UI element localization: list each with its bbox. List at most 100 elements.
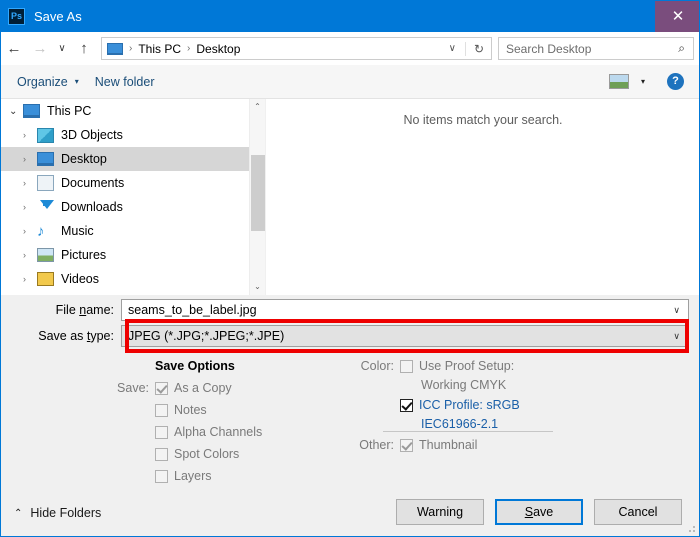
downloads-icon	[37, 199, 54, 215]
file-name-row: File name: seams_to_be_label.jpg ∨	[1, 299, 699, 321]
alpha-channels-label: Alpha Channels	[174, 425, 263, 439]
chevron-right-icon[interactable]: ›	[23, 250, 37, 260]
option-thumbnail[interactable]: Other: Thumbnail	[356, 438, 477, 452]
tree-item-3d-objects[interactable]: › 3D Objects	[1, 123, 265, 147]
chevron-right-icon[interactable]: ›	[23, 178, 37, 188]
thumbnail-label: Thumbnail	[419, 438, 478, 452]
icc-profile-checkbox[interactable]	[400, 398, 413, 412]
search-box[interactable]: Search Desktop ⌕	[498, 37, 694, 60]
option-spot-colors[interactable]: Spot Colors	[155, 447, 239, 461]
tree-scrollbar[interactable]: ⌃ ⌄	[249, 99, 265, 295]
option-notes[interactable]: Notes	[155, 403, 207, 417]
scrollbar-thumb[interactable]	[251, 155, 265, 231]
notes-label: Notes	[174, 403, 207, 417]
chevron-down-icon[interactable]: ∨	[673, 305, 680, 316]
tree-item-pictures[interactable]: › Pictures	[1, 243, 265, 267]
scroll-up-icon[interactable]: ⌃	[250, 99, 265, 115]
cancel-label: Cancel	[618, 505, 658, 519]
resize-grip-icon[interactable]	[686, 523, 696, 533]
new-folder-button[interactable]: New folder	[95, 75, 155, 89]
chevron-down-icon[interactable]: ⌄	[9, 106, 23, 117]
option-icc-profile[interactable]: ICC Profile: sRGB	[400, 398, 520, 412]
hide-folders-label: Hide Folders	[30, 506, 102, 520]
forward-arrow-icon: →	[32, 40, 48, 57]
as-a-copy-label: As a Copy	[174, 381, 232, 395]
view-mode-icon[interactable]	[608, 74, 629, 89]
as-a-copy-checkbox[interactable]	[155, 381, 168, 395]
organize-label: Organize	[17, 74, 68, 89]
forward-button[interactable]: →	[27, 36, 53, 62]
documents-icon	[37, 175, 54, 191]
back-button[interactable]: ←	[1, 36, 27, 62]
layers-checkbox[interactable]	[155, 469, 168, 483]
chevron-right-icon[interactable]: ›	[23, 130, 37, 140]
tree-item-downloads[interactable]: › Downloads	[1, 195, 265, 219]
breadcrumb-item-desktop[interactable]: Desktop	[196, 42, 240, 56]
chevron-right-icon[interactable]: ›	[23, 202, 37, 212]
tree-item-music[interactable]: › ♪ Music	[1, 219, 265, 243]
use-proof-setup-checkbox[interactable]	[400, 359, 413, 373]
address-bar: ← → ∨ ↑ › This PC › Desktop ∨ ↻ Search D…	[1, 32, 699, 65]
cancel-button[interactable]: Cancel	[594, 499, 682, 525]
new-folder-label: New folder	[94, 74, 155, 89]
chevron-right-icon[interactable]: ›	[23, 226, 37, 236]
working-cmyk-label: Working CMYK	[421, 378, 507, 392]
up-arrow-icon: ↑	[80, 40, 88, 57]
chevron-down-icon: ▾	[74, 77, 79, 86]
warning-button[interactable]: Warning	[396, 499, 484, 525]
close-button[interactable]: ✕	[655, 1, 699, 32]
save-prefix-label: Save:	[117, 381, 149, 395]
help-icon[interactable]: ?	[667, 73, 684, 90]
option-use-proof-setup[interactable]: Color: Use Proof Setup:	[356, 359, 515, 373]
3d-objects-icon	[37, 127, 54, 143]
breadcrumb-dropdown-icon[interactable]: ∨	[449, 43, 456, 54]
up-one-level-button[interactable]: ↑	[71, 36, 97, 62]
search-input[interactable]: Search Desktop	[506, 42, 678, 56]
breadcrumb[interactable]: › This PC › Desktop ∨ ↻	[101, 37, 492, 60]
chevron-right-icon[interactable]: ›	[23, 274, 37, 284]
hide-folders-button[interactable]: ⌃ Hide Folders	[14, 506, 101, 520]
search-icon: ⌕	[678, 41, 685, 55]
scroll-down-icon[interactable]: ⌄	[250, 279, 265, 295]
save-as-type-combobox[interactable]: JPEG (*.JPG;*.JPEG;*.JPE) ∨	[121, 325, 689, 347]
icc-profile-sub-label: IEC61966-2.1	[421, 417, 499, 431]
tree-item-label: This PC	[47, 104, 92, 118]
tree-item-videos[interactable]: › Videos	[1, 267, 265, 291]
option-layers[interactable]: Layers	[155, 469, 212, 483]
chevron-down-icon[interactable]: ∨	[673, 331, 680, 342]
save-as-type-label: Save as type:	[38, 329, 114, 343]
pictures-icon	[37, 248, 54, 262]
tree-item-this-pc[interactable]: ⌄ This PC	[1, 99, 265, 123]
tree-item-desktop[interactable]: › Desktop	[1, 147, 265, 171]
thumbnail-checkbox[interactable]	[400, 438, 413, 452]
view-mode-chevron-down-icon[interactable]: ▾	[641, 77, 645, 86]
breadcrumb-separator-2: ›	[187, 43, 191, 54]
file-name-input[interactable]: seams_to_be_label.jpg	[128, 303, 673, 317]
option-alpha-channels[interactable]: Alpha Channels	[155, 425, 262, 439]
refresh-icon[interactable]: ↻	[464, 41, 484, 56]
save-button[interactable]: Save	[495, 499, 583, 525]
empty-list-message: No items match your search.	[403, 113, 563, 127]
tree-item-label: Desktop	[61, 152, 107, 166]
save-label: Save	[524, 505, 554, 519]
videos-icon	[37, 272, 54, 286]
save-options-title: Save Options	[155, 359, 235, 373]
save-as-type-value: JPEG (*.JPG;*.JPEG;*.JPE)	[128, 329, 285, 343]
organize-button[interactable]: Organize ▾	[17, 75, 79, 89]
notes-checkbox[interactable]	[155, 403, 168, 417]
tree-item-documents[interactable]: › Documents	[1, 171, 265, 195]
recent-locations-button[interactable]: ∨	[53, 36, 71, 62]
close-icon: ✕	[671, 8, 685, 25]
file-name-combobox[interactable]: seams_to_be_label.jpg ∨	[121, 299, 689, 321]
title-bar: Ps Save As ✕	[1, 1, 699, 32]
alpha-channels-checkbox[interactable]	[155, 425, 168, 439]
folder-tree: ⌄ This PC › 3D Objects › Desktop › Docum…	[1, 99, 265, 295]
chevron-up-icon: ⌃	[14, 507, 23, 519]
spot-colors-checkbox[interactable]	[155, 447, 168, 461]
option-as-a-copy[interactable]: Save: As a Copy	[111, 381, 232, 395]
options-panel: Save Options Save: As a Copy Notes Alpha…	[1, 353, 699, 488]
breadcrumb-item-this-pc[interactable]: This PC	[138, 42, 181, 56]
tree-item-label: Documents	[61, 176, 125, 190]
file-list[interactable]: No items match your search.	[266, 99, 699, 295]
chevron-right-icon[interactable]: ›	[23, 154, 37, 164]
